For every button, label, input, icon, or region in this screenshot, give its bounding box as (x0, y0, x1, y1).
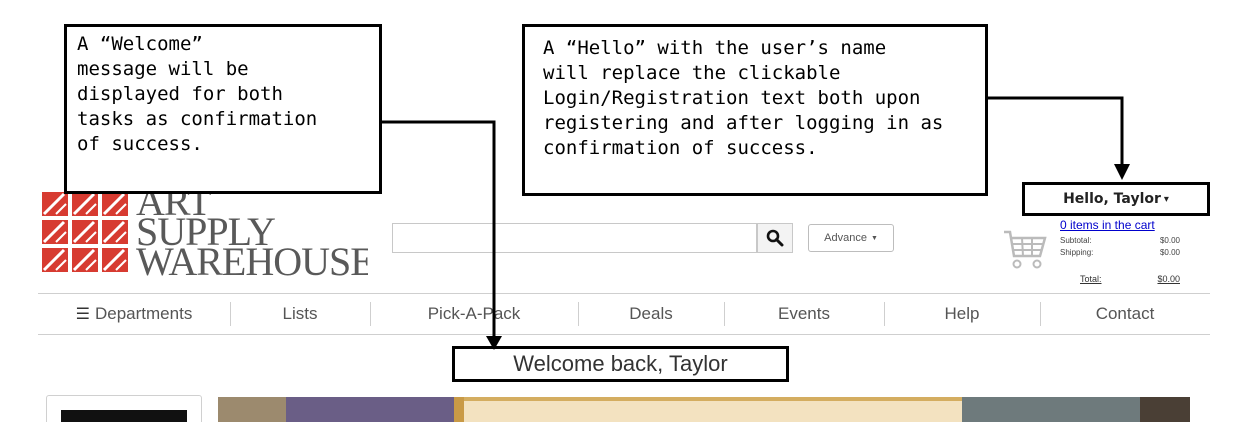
annotation-arrows (382, 96, 1130, 350)
welcome-arrow-line (382, 120, 496, 338)
hello-arrowhead-icon (1114, 164, 1130, 180)
welcome-arrowhead-icon (486, 336, 502, 350)
hello-arrow-line (988, 96, 1124, 166)
